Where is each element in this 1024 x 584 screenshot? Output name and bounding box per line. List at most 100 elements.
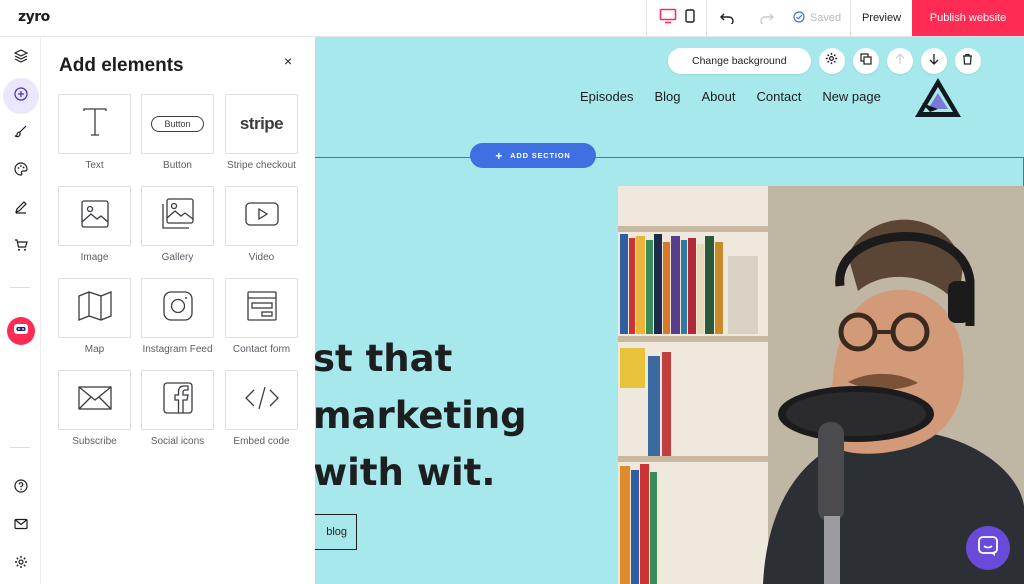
element-button[interactable]: Button Button [141, 94, 214, 171]
hero-photo[interactable] [618, 186, 1024, 584]
colors-button[interactable] [0, 153, 41, 189]
undo-icon[interactable] [707, 12, 747, 24]
facebook-icon [162, 381, 193, 419]
element-stripe[interactable]: stripe Stripe checkout [225, 94, 298, 171]
redo-icon[interactable] [747, 12, 787, 24]
device-switcher [646, 0, 706, 36]
plus-icon: + [495, 148, 504, 163]
site-logo[interactable] [912, 75, 964, 126]
pen-icon [14, 200, 28, 219]
section-settings-button[interactable] [818, 48, 845, 74]
preview-button[interactable]: Preview [850, 0, 912, 36]
chat-icon [977, 535, 999, 562]
element-label: Gallery [161, 252, 194, 263]
brush-icon [14, 124, 28, 143]
add-section-button[interactable]: + ADD SECTION [470, 143, 596, 168]
stripe-icon: stripe [239, 114, 284, 133]
blog-button[interactable] [0, 191, 41, 227]
section-toolbar: Change background [668, 48, 981, 74]
change-background-button[interactable]: Change background [668, 48, 811, 74]
layers-icon [13, 48, 28, 68]
palette-icon [13, 161, 28, 181]
nav-contact[interactable]: Contact [757, 89, 802, 104]
code-icon [244, 386, 279, 415]
element-map[interactable]: Map [58, 278, 131, 355]
rail-divider [10, 287, 30, 288]
headline-line: st that [315, 337, 453, 380]
arrow-up-icon [895, 52, 905, 70]
site-navigation: Episodes Blog About Contact New page [580, 89, 902, 104]
saved-label: Saved [809, 12, 842, 24]
support-chat-button[interactable] [966, 526, 1010, 570]
store-button[interactable] [0, 229, 41, 265]
rail-divider-bottom [10, 447, 30, 448]
nav-episodes[interactable]: Episodes [580, 89, 633, 104]
desktop-icon[interactable] [659, 8, 677, 29]
settings-icon [14, 555, 28, 574]
nav-about[interactable]: About [702, 89, 736, 104]
form-icon [246, 290, 277, 326]
hero-headline[interactable]: st that marketing with wit. [315, 330, 527, 501]
settings-button[interactable] [0, 546, 41, 582]
element-label: Embed code [233, 436, 290, 447]
close-icon[interactable]: × [284, 53, 292, 69]
duplicate-icon [859, 52, 872, 70]
element-label: Map [84, 344, 105, 355]
instagram-icon [162, 290, 193, 326]
headline-line: marketing [315, 394, 527, 437]
add-elements-panel: Add elements × Text Button Button stripe… [41, 37, 315, 584]
element-label: Instagram Feed [142, 344, 213, 355]
nav-new-page[interactable]: New page [822, 89, 881, 104]
duplicate-section-button[interactable] [852, 48, 879, 74]
gear-icon [825, 52, 838, 70]
messages-button[interactable] [0, 508, 41, 544]
element-instagram[interactable]: Instagram Feed [141, 278, 214, 355]
design-button[interactable] [0, 115, 41, 151]
add-element-button[interactable] [0, 78, 41, 114]
video-icon [244, 201, 279, 231]
element-video[interactable]: Video [225, 186, 298, 263]
element-gallery[interactable]: Gallery [141, 186, 214, 263]
trash-icon [962, 52, 973, 70]
text-icon [82, 107, 108, 141]
help-button[interactable] [0, 470, 41, 506]
element-subscribe[interactable]: Subscribe [58, 370, 131, 447]
hero-cta-button[interactable]: blog [315, 514, 357, 550]
arrow-down-icon [929, 52, 939, 70]
saved-check-icon [793, 10, 805, 26]
element-label: Button [163, 160, 192, 171]
cart-icon [14, 238, 28, 257]
move-up-button[interactable] [886, 48, 913, 74]
element-social-icons[interactable]: Social icons [141, 370, 214, 447]
element-label: Contact form [232, 344, 291, 355]
ai-assistant-button[interactable] [0, 313, 41, 349]
button-icon: Button [151, 116, 204, 132]
publish-button[interactable]: Publish website [912, 0, 1024, 36]
move-down-button[interactable] [920, 48, 947, 74]
element-contact-form[interactable]: Contact form [225, 278, 298, 355]
layers-button[interactable] [0, 40, 41, 76]
mobile-icon[interactable] [684, 8, 695, 28]
map-icon [77, 290, 112, 326]
gallery-icon [161, 197, 194, 235]
element-label: Subscribe [72, 436, 117, 447]
element-text[interactable]: Text [58, 94, 131, 171]
element-label: Image [80, 252, 109, 263]
add-section-label: ADD SECTION [510, 151, 571, 160]
site-canvas[interactable]: Change background Episodes Blog About Co… [315, 37, 1024, 584]
element-label: Video [248, 252, 275, 263]
envelope-icon [77, 385, 112, 415]
element-label: Social icons [150, 436, 205, 447]
zyro-logo[interactable]: zyro [18, 9, 50, 25]
element-label: Text [85, 160, 104, 171]
element-embed-code[interactable]: Embed code [225, 370, 298, 447]
robot-icon [12, 322, 30, 341]
left-rail [0, 37, 41, 584]
delete-section-button[interactable] [954, 48, 981, 74]
headline-line: with wit. [315, 451, 496, 494]
image-icon [80, 199, 109, 233]
nav-blog[interactable]: Blog [654, 89, 680, 104]
mail-icon [13, 517, 28, 535]
help-icon [13, 478, 28, 498]
element-image[interactable]: Image [58, 186, 131, 263]
